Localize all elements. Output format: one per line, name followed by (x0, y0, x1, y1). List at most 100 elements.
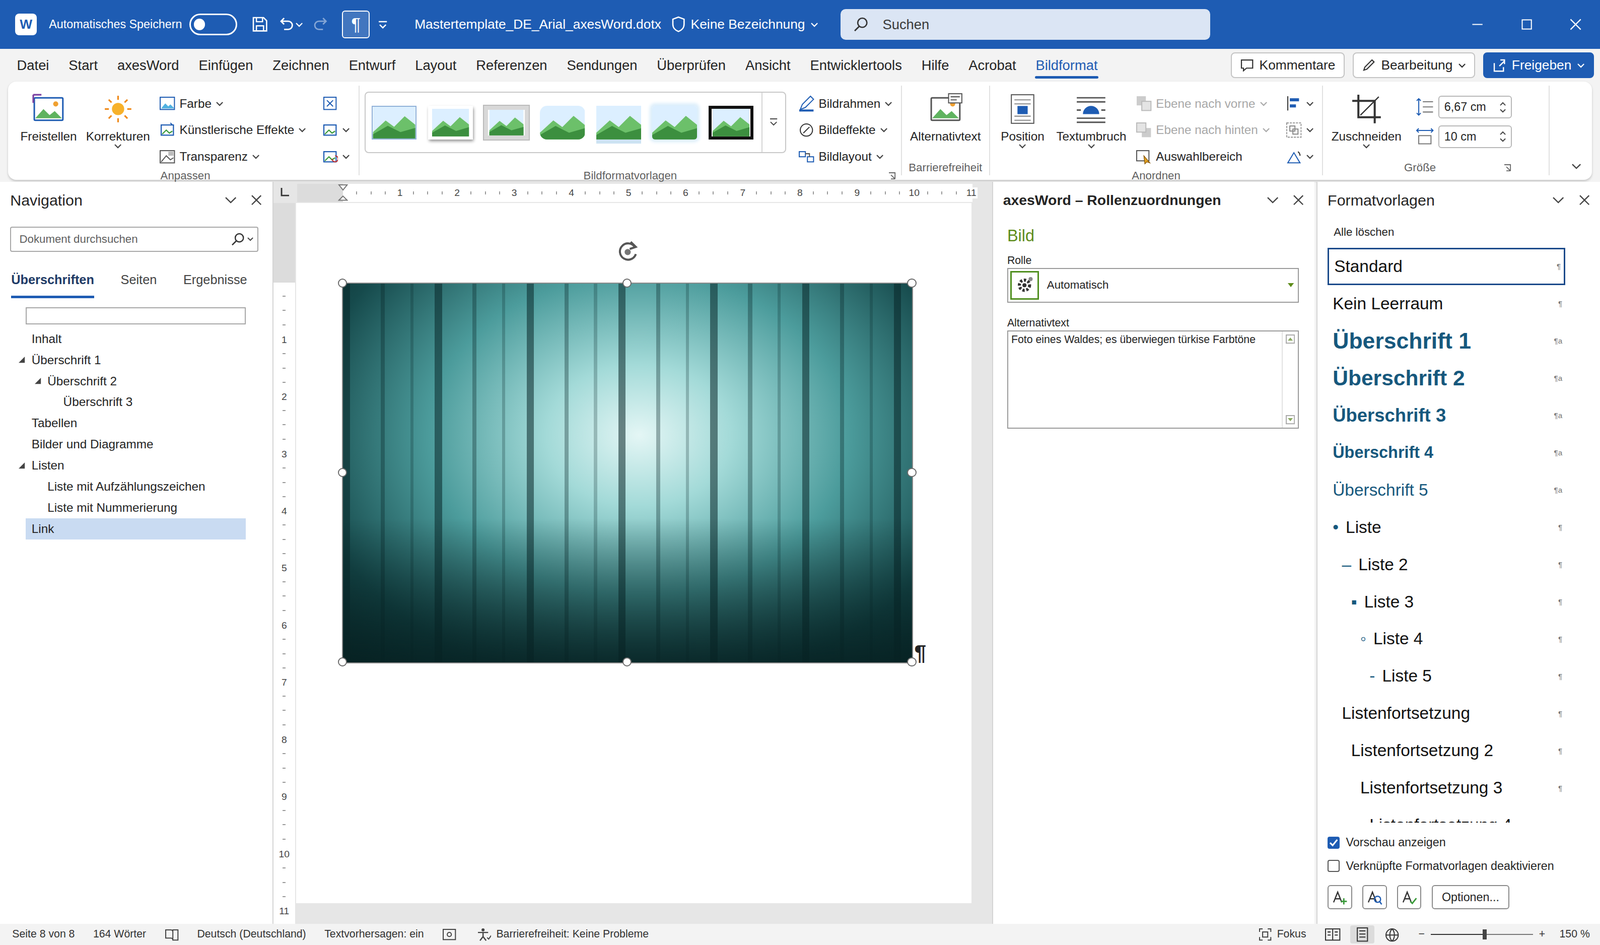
customize-button[interactable] (377, 19, 388, 30)
resize-handle[interactable] (622, 278, 632, 288)
resize-handle[interactable] (907, 467, 917, 477)
picture-border-button[interactable]: Bildrahmen (795, 90, 896, 117)
dialog-launcher-icon[interactable] (1503, 163, 1512, 172)
color-button[interactable]: Farbe (156, 90, 310, 117)
style-item[interactable]: ◦Liste 4¶ (1327, 620, 1566, 658)
close-icon[interactable] (1292, 194, 1304, 206)
ribbon-tab[interactable]: Datei (7, 48, 59, 82)
dialog-launcher-icon[interactable] (887, 171, 896, 180)
dialog-launcher-icon[interactable] (1503, 163, 1512, 172)
checkbox-row[interactable]: Verknüpfte Formatvorlagen deaktivieren (1327, 854, 1590, 878)
group-button[interactable] (1282, 117, 1317, 144)
wrap-text-button[interactable]: Textumbruch (1053, 89, 1130, 151)
style-item[interactable]: Listenfortsetzung¶ (1327, 694, 1566, 732)
style-item[interactable]: ▪Liste 3¶ (1327, 583, 1566, 621)
word-count[interactable]: 164 Wörter (93, 927, 147, 941)
ribbon-tab[interactable]: Entwicklertools (800, 48, 912, 82)
tree-toggle[interactable] (18, 356, 32, 364)
forest-photo[interactable] (341, 282, 914, 664)
ribbon-tab[interactable]: Layout (405, 48, 467, 82)
maximize-icon[interactable] (1502, 4, 1552, 45)
remove-background-button[interactable]: Freistellen (17, 89, 80, 146)
checkbox[interactable] (1327, 836, 1340, 849)
print-view-button[interactable] (1350, 925, 1375, 944)
reset-picture-button[interactable] (318, 144, 354, 170)
ribbon-tab[interactable]: Ansicht (735, 48, 801, 82)
minimize-icon[interactable] (1452, 4, 1502, 45)
ribbon-tab[interactable]: axesWord (107, 48, 189, 82)
accessibility-indicator[interactable]: Barrierefreiheit: Keine Probleme (442, 927, 649, 942)
tree-item[interactable]: Tabellen (25, 412, 247, 434)
close-icon[interactable] (1551, 4, 1600, 45)
selection-pane-button[interactable]: Auswahlbereich (1132, 144, 1274, 170)
scroll-down-icon[interactable] (1285, 414, 1295, 425)
ribbon-tab[interactable]: Entwurf (338, 48, 406, 82)
compress-pictures-button[interactable] (318, 90, 354, 117)
tree-item[interactable]: Liste mit Aufzählungszeichen (25, 475, 247, 498)
close-icon[interactable] (1292, 194, 1304, 206)
editing-button[interactable]: Bearbeitung (1352, 52, 1476, 79)
predictions-label[interactable]: Textvorhersagen: ein (324, 927, 424, 941)
style-item[interactable]: Überschrift 2¶a (1327, 359, 1566, 397)
dropdown-arrow-icon[interactable] (1287, 283, 1294, 288)
style-item[interactable]: Standard¶ (1327, 247, 1566, 286)
new-style-button[interactable] (1327, 884, 1353, 910)
search-box[interactable] (840, 9, 1210, 40)
autosave-toggle[interactable] (189, 13, 238, 35)
spin-icon[interactable] (1499, 101, 1507, 114)
tree-item[interactable]: Inhalt (25, 328, 247, 350)
gallery-more-button[interactable] (761, 92, 786, 153)
indent-marker-icon[interactable] (337, 183, 349, 202)
style-item[interactable]: Überschrift 1¶a (1327, 322, 1566, 360)
ribbon-tab[interactable]: Hilfe (911, 48, 959, 82)
ribbon-tab[interactable]: Überprüfen (647, 48, 736, 82)
navigation-search[interactable] (10, 226, 258, 253)
style-inspector-button[interactable] (1362, 884, 1387, 910)
artistic-effects-button[interactable]: Künstlerische Effekte (156, 117, 310, 144)
resize-handle[interactable] (337, 657, 347, 667)
style-item[interactable]: Kein Leerraum¶ (1327, 285, 1566, 323)
ribbon-tab[interactable]: Bildformat (1025, 48, 1108, 82)
dialog-launcher-icon[interactable] (887, 171, 896, 180)
checkbox[interactable] (1327, 859, 1340, 872)
style-item[interactable]: Überschrift 5¶a (1327, 471, 1566, 509)
height-input[interactable]: 6,67 cm (1438, 95, 1512, 119)
close-icon[interactable] (250, 194, 262, 206)
indent-marker-icon[interactable] (337, 183, 349, 202)
pane-menu-icon[interactable] (1552, 196, 1565, 204)
show-marks-button[interactable]: ¶ (341, 10, 370, 39)
zoom-thumb[interactable] (1482, 929, 1487, 940)
corrections-button[interactable]: Korrekturen (83, 89, 154, 151)
checkbox-row[interactable]: Vorschau anzeigen (1327, 830, 1590, 855)
resize-handle[interactable] (907, 657, 917, 667)
save-button[interactable] (251, 15, 269, 33)
tree-item[interactable]: Listen (25, 454, 247, 476)
send-backward-button[interactable]: Ebene nach hinten (1132, 117, 1274, 144)
navigation-tab[interactable]: Seiten (120, 272, 158, 300)
tree-item[interactable]: Link (25, 518, 247, 540)
tree-item[interactable]: Bilder und Diagramme (25, 433, 247, 455)
manage-styles-button[interactable] (1397, 884, 1422, 910)
clear-all-button[interactable]: Alle löschen (1333, 225, 1600, 239)
picture-style[interactable] (652, 105, 698, 140)
tab-selector[interactable] (273, 181, 297, 204)
close-icon[interactable] (250, 194, 262, 206)
tree-item[interactable]: Überschrift 2 (25, 370, 247, 392)
picture-style[interactable] (483, 105, 529, 140)
options-button[interactable]: Optionen... (1431, 884, 1510, 910)
share-button[interactable]: Freigeben (1483, 52, 1594, 79)
rotate-handle-icon[interactable] (614, 238, 642, 266)
redo-icon[interactable] (311, 15, 330, 34)
pane-menu-icon[interactable] (224, 196, 237, 204)
spin-icon[interactable] (1499, 130, 1507, 143)
read-view-button[interactable] (1320, 925, 1346, 944)
resize-handle[interactable] (622, 657, 632, 667)
style-item[interactable]: Überschrift 3¶a (1327, 396, 1566, 435)
resize-handle[interactable] (337, 467, 347, 477)
picture-layout-button[interactable]: Bildlayout (795, 144, 896, 170)
maximize-icon[interactable] (1502, 4, 1552, 45)
comments-button[interactable]: Kommentare (1230, 52, 1345, 79)
focus-button[interactable]: Fokus (1258, 927, 1306, 941)
ribbon-tab[interactable]: Sendungen (557, 48, 648, 82)
pane-menu-icon[interactable] (224, 196, 237, 204)
